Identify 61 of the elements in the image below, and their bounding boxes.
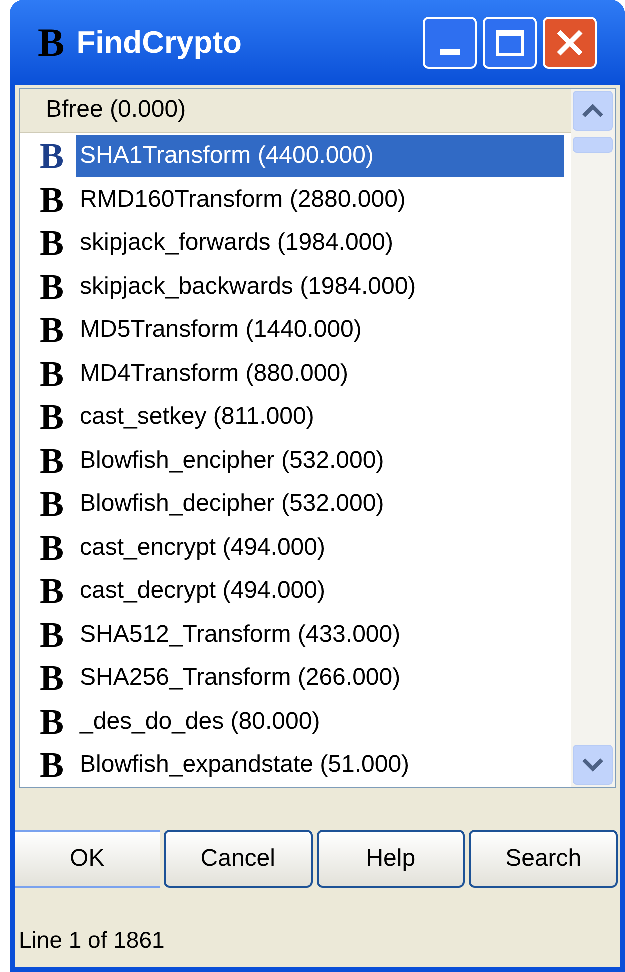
list-item[interactable]: B SHA512_Transform (433.000) [20, 613, 571, 656]
dialog-button[interactable]: Search [469, 830, 618, 888]
item-icon: B [40, 616, 76, 653]
item-label: _des_do_des (80.000) [78, 706, 320, 737]
item-icon: B [40, 660, 76, 696]
scroll-down-button[interactable] [573, 745, 613, 785]
item-label: cast_decrypt (494.000) [79, 576, 326, 606]
item-icon: B [40, 573, 76, 610]
dialog-button[interactable]: Help [316, 830, 466, 888]
app-icon: B [38, 22, 65, 62]
item-icon: B [40, 530, 76, 566]
list-item[interactable]: B Blowfish_decipher (532.000) [20, 482, 571, 526]
list-item[interactable]: B cast_setkey (811.000) [20, 396, 571, 439]
item-label: skipjack_backwards (1984.000) [79, 272, 416, 302]
close-button[interactable] [543, 16, 597, 68]
list-item[interactable]: B skipjack_backwards (1984.000) [20, 265, 571, 308]
item-label: Blowfish_encipher (532.000) [79, 446, 384, 476]
item-icon: B [40, 747, 76, 784]
scroll-up-button[interactable] [573, 91, 613, 131]
window-title: FindCrypto [76, 27, 243, 58]
list-item[interactable]: B Blowfish_expandstate (51.000) [20, 744, 571, 787]
list-item[interactable]: B Blowfish_encipher (532.000) [20, 439, 571, 482]
item-label: RMD160Transform (2880.000) [79, 184, 406, 215]
item-label: Blowfish_decipher (532.000) [79, 489, 384, 520]
item-label: Blowfish_expandstate (51.000) [79, 750, 410, 780]
item-icon: B [40, 182, 76, 218]
list-header: Bfree (0.000) [20, 89, 571, 132]
scrollbar[interactable] [571, 89, 615, 787]
list-item[interactable]: B skipjack_forwards (1984.000) [20, 222, 571, 265]
list-item[interactable]: B SHA256_Transform (266.000) [20, 656, 571, 700]
maximize-button[interactable] [483, 16, 537, 68]
list-item[interactable]: B cast_decrypt (494.000) [20, 570, 571, 613]
item-label: MD5Transform (1440.000) [79, 315, 362, 346]
item-icon: B [40, 312, 76, 348]
item-icon: B [40, 442, 76, 479]
dialog-button[interactable]: OK [15, 830, 160, 888]
item-icon: B [40, 486, 76, 522]
list-item[interactable]: B RMD160Transform (2880.000) [20, 178, 571, 222]
item-label: SHA512_Transform (433.000) [79, 620, 401, 650]
list-item[interactable]: B _des_do_des (80.000) [20, 700, 571, 744]
item-label: SHA1Transform (4400.000) [76, 135, 564, 178]
item-icon: B [40, 356, 76, 392]
list-item[interactable]: B MD5Transform (1440.000) [20, 308, 571, 352]
scroll-thumb[interactable] [573, 137, 613, 153]
item-icon: B [40, 704, 76, 740]
list-item[interactable]: B MD4Transform (880.000) [20, 352, 571, 396]
item-icon: B [40, 399, 76, 436]
list-item[interactable]: B SHA1Transform (4400.000) [20, 134, 571, 178]
status-text: Line 1 of 1861 [19, 926, 165, 954]
list-item[interactable]: B cast_encrypt (494.000) [20, 526, 571, 570]
item-icon: B [40, 138, 76, 174]
item-icon: B [40, 268, 76, 305]
item-label: MD4Transform (880.000) [79, 358, 349, 389]
item-label: cast_setkey (811.000) [79, 402, 314, 432]
minimize-button[interactable] [423, 16, 477, 68]
item-label: skipjack_forwards (1984.000) [79, 228, 394, 258]
item-icon: B [40, 225, 76, 262]
item-label: cast_encrypt (494.000) [79, 532, 326, 563]
close-icon [555, 28, 585, 58]
item-label: SHA256_Transform (266.000) [79, 663, 401, 694]
dialog-button[interactable]: Cancel [164, 830, 312, 888]
